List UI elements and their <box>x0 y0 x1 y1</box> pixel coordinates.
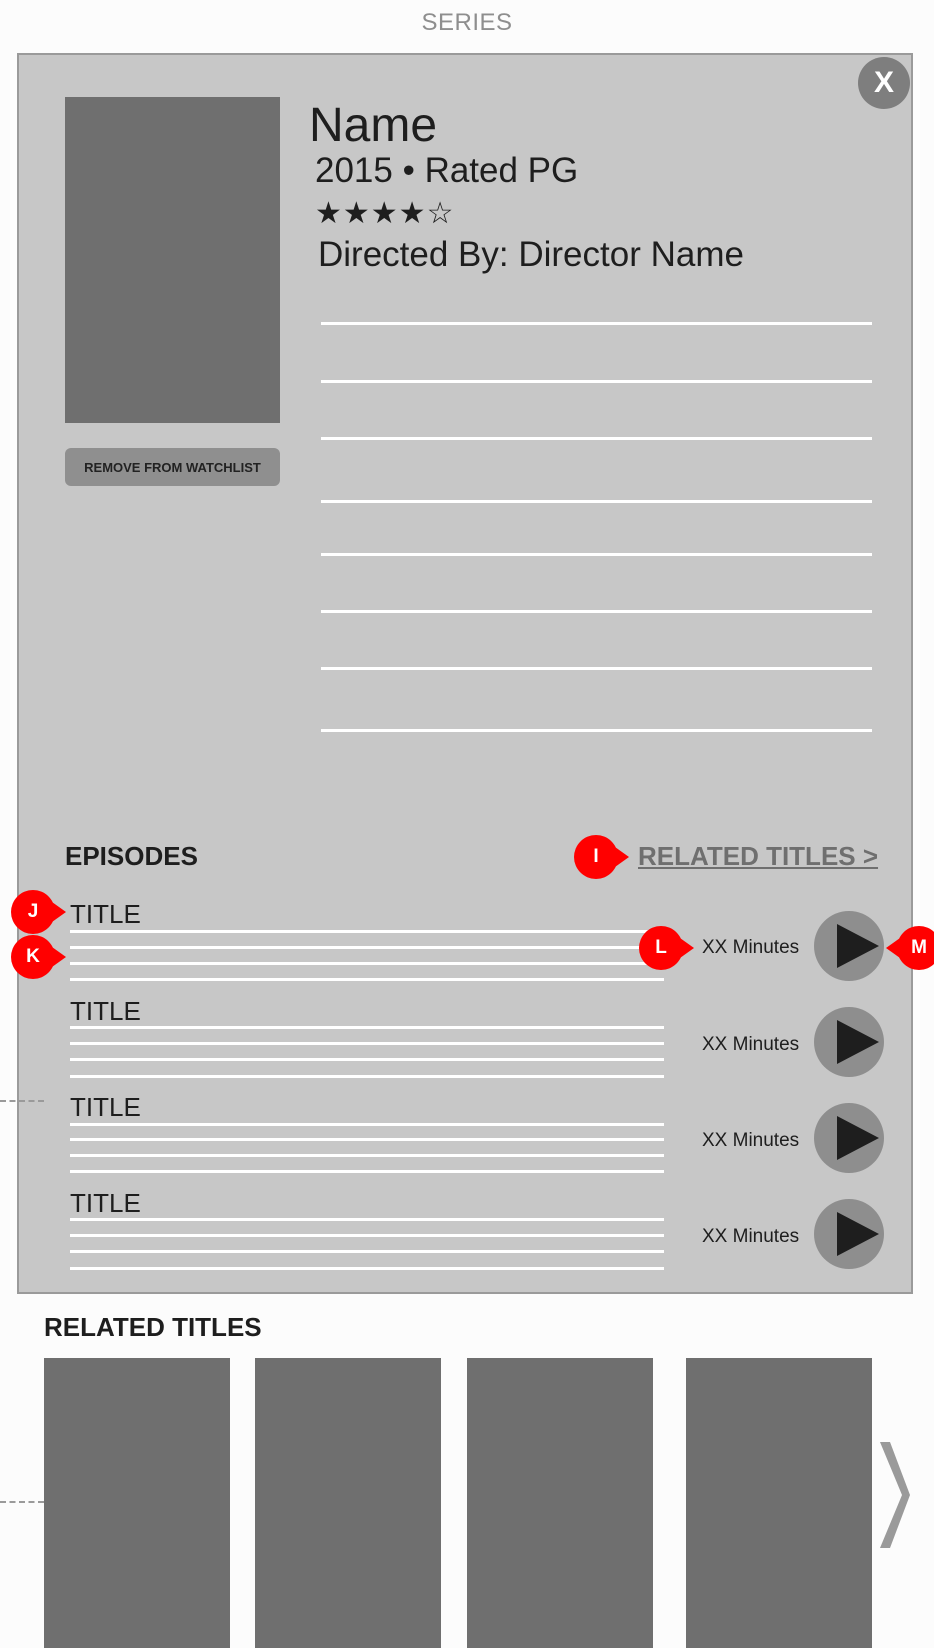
episode-description-line <box>70 1058 664 1061</box>
related-titles-link[interactable]: RELATED TITLES > <box>638 841 878 872</box>
annotation-marker-k: K <box>11 935 66 979</box>
annotation-marker-j: J <box>11 890 66 934</box>
description-line <box>321 610 872 613</box>
play-button[interactable] <box>814 911 884 981</box>
episode-duration: XX Minutes <box>702 1130 800 1151</box>
connector-line <box>0 1100 44 1102</box>
episode-description-line <box>70 1250 664 1253</box>
episode-duration: XX Minutes <box>702 937 800 958</box>
close-button[interactable]: X <box>858 57 910 109</box>
description-line <box>321 729 872 732</box>
play-icon <box>837 1212 879 1256</box>
episode-duration: XX Minutes <box>702 1226 800 1247</box>
episode-description-line <box>70 962 664 965</box>
related-title-card[interactable] <box>686 1358 872 1648</box>
play-button[interactable] <box>814 1103 884 1173</box>
remove-from-watchlist-button[interactable]: REMOVE FROM WATCHLIST <box>65 448 280 486</box>
episode-title: TITLE <box>70 1188 141 1218</box>
chevron-right-icon[interactable] <box>876 1440 912 1550</box>
description-line <box>321 380 872 383</box>
episode-description-line <box>70 1138 664 1141</box>
annotation-marker-l: L <box>639 926 694 970</box>
episode-title: TITLE <box>70 899 141 929</box>
episode-description-line <box>70 930 664 933</box>
related-title-card[interactable] <box>255 1358 441 1648</box>
episode-description-line <box>70 1075 664 1078</box>
episode-description-line <box>70 978 664 981</box>
connector-line <box>0 1501 44 1503</box>
episode-description-line <box>70 1234 664 1237</box>
title-name: Name <box>309 99 438 152</box>
episode-description-line <box>70 946 664 949</box>
related-titles-heading: RELATED TITLES <box>44 1312 262 1342</box>
annotation-marker-i: I <box>574 835 629 879</box>
close-icon: X <box>873 66 894 99</box>
episode-description-line <box>70 1042 664 1045</box>
play-icon <box>837 1116 879 1160</box>
description-line <box>321 500 872 503</box>
episode-description-line <box>70 1267 664 1270</box>
episode-description-line <box>70 1154 664 1157</box>
episode-duration: XX Minutes <box>702 1034 800 1055</box>
description-line <box>321 437 872 440</box>
episode-description-line <box>70 1123 664 1126</box>
description-line <box>321 553 872 556</box>
description-line <box>321 322 872 325</box>
play-button[interactable] <box>814 1199 884 1269</box>
episodes-heading: EPISODES <box>65 841 198 871</box>
page-label: SERIES <box>421 9 513 36</box>
related-title-card[interactable] <box>467 1358 653 1648</box>
episode-description-line <box>70 1218 664 1221</box>
episode-title: TITLE <box>70 1092 141 1122</box>
episode-description-line <box>70 1026 664 1029</box>
episode-title: TITLE <box>70 996 141 1026</box>
title-meta: 2015 • Rated PG <box>315 151 579 190</box>
star-rating: ★★★★☆ <box>315 197 455 230</box>
annotation-marker-m: M <box>886 926 934 970</box>
play-icon <box>837 1020 879 1064</box>
poster-image <box>65 97 280 423</box>
description-line <box>321 667 872 670</box>
episode-description-line <box>70 1170 664 1173</box>
director-credit: Directed By: Director Name <box>318 235 744 274</box>
related-title-card[interactable] <box>44 1358 230 1648</box>
play-icon <box>837 924 879 968</box>
play-button[interactable] <box>814 1007 884 1077</box>
